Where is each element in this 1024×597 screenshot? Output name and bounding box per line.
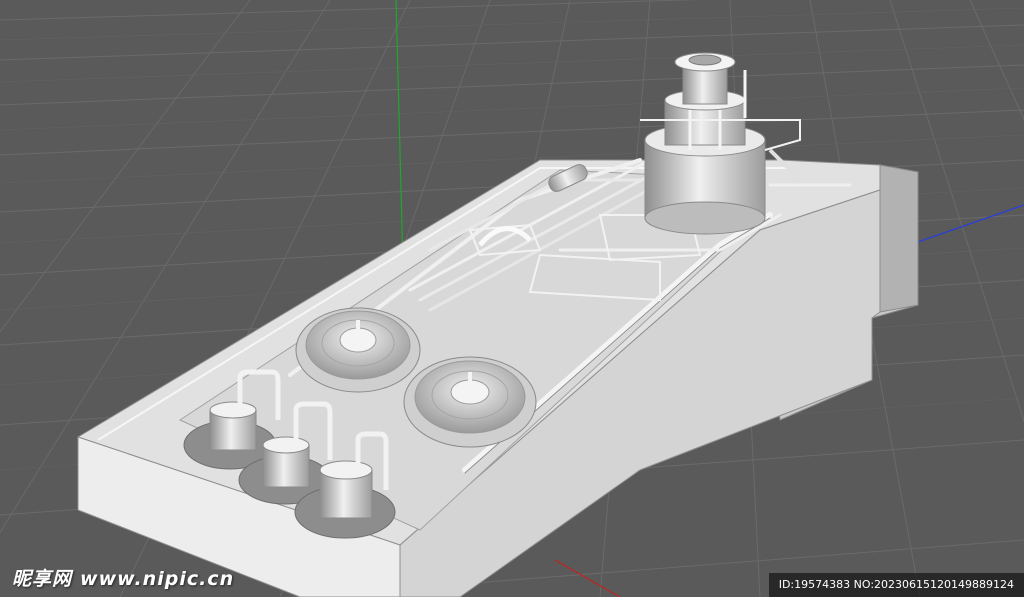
watermark-logo-cn: 昵享网 [12,568,73,590]
watermark-id: ID:19574383 NO:20230615120149889124 [768,573,1024,597]
circular-tank-1 [295,307,421,393]
watermark-logo: 昵享网 www.nipic.cn [12,564,234,591]
3d-viewport[interactable] [0,0,1024,597]
x-axis-line [554,559,621,597]
watermark-logo-url: www.nipic.cn [80,568,235,590]
circular-tank-2 [403,356,537,448]
z-axis-line [914,204,1024,244]
